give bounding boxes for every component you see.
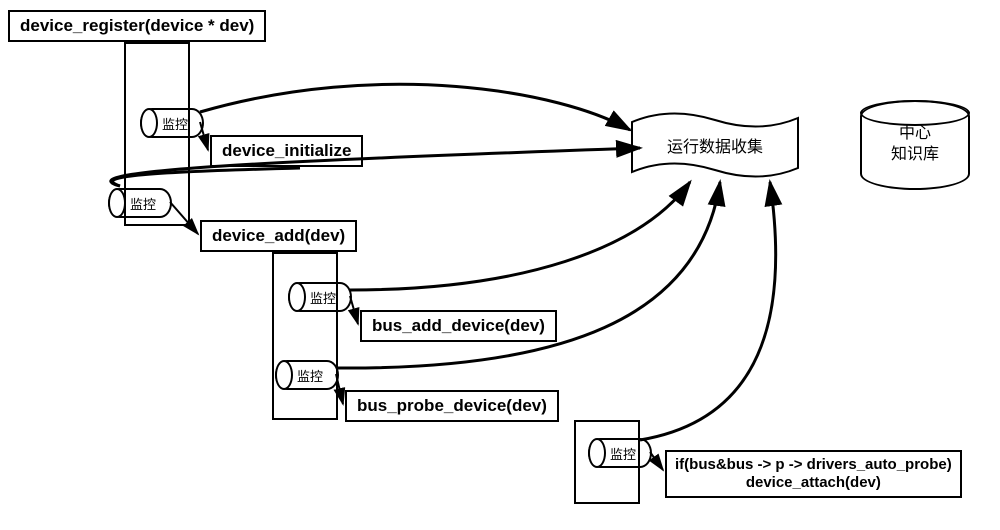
node-device-attach: if(bus&bus -> p -> drivers_auto_probe) d…	[665, 450, 962, 498]
kb-line2: 知识库	[891, 145, 939, 166]
node-device-add: device_add(dev)	[200, 220, 357, 252]
node-bus-add-device: bus_add_device(dev)	[360, 310, 557, 342]
node-device-register: device_register(device * dev)	[8, 10, 266, 42]
knowledge-base: 中心 知识库	[860, 100, 970, 190]
node-bus-probe-device: bus_probe_device(dev)	[345, 390, 559, 422]
node-device-initialize: device_initialize	[210, 135, 363, 167]
scope-bar-add	[272, 252, 338, 420]
attach-condition: if(bus&bus -> p -> drivers_auto_probe)	[675, 456, 952, 474]
data-collector: 运行数据收集	[630, 110, 800, 180]
attach-call: device_attach(dev)	[675, 474, 952, 492]
kb-line1: 中心	[891, 124, 939, 145]
data-collector-label: 运行数据收集	[630, 110, 800, 180]
